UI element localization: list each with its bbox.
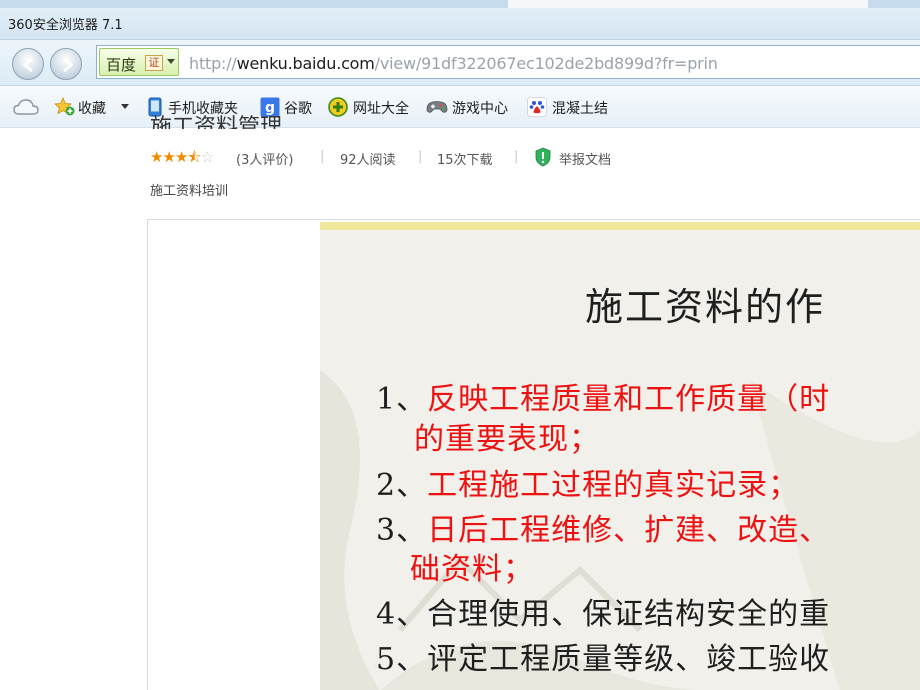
- slide-page: 施工资料的作 1、反映工程质量和工作质量（时 的重要表现； 2、工程施工过程的真…: [320, 222, 920, 690]
- site-identity-badge[interactable]: 百度 证: [99, 48, 179, 76]
- document-viewer[interactable]: 施工资料的作 1、反映工程质量和工作质量（时 的重要表现； 2、工程施工过程的真…: [147, 219, 920, 690]
- slide-item-1-continued: 的重要表现；: [414, 422, 600, 457]
- slide-item-3-continued: 础资料；: [410, 552, 534, 587]
- meta-divider: |: [320, 149, 325, 164]
- item-number: 2、: [376, 468, 428, 503]
- bookmark-concrete-structure[interactable]: 混凝土结: [527, 97, 619, 117]
- slide-top-stripe: [320, 222, 920, 230]
- bookmark-google[interactable]: g 谷歌: [260, 97, 320, 117]
- chevron-down-icon: [167, 59, 175, 64]
- forward-button[interactable]: [50, 48, 82, 80]
- favorites-label: 收藏: [78, 101, 106, 117]
- rating-stars: ★★★⯪☆: [150, 148, 214, 166]
- item-text: 反映工程质量和工作质量（时: [427, 382, 831, 417]
- forward-arrow-icon: [63, 57, 74, 73]
- read-count: 92人阅读: [340, 153, 396, 168]
- title-top-band: [0, 0, 920, 8]
- star-add-icon: [54, 97, 75, 116]
- google-icon: g: [260, 97, 280, 117]
- item-text: 评定工程质量等级、竣工验收: [427, 642, 831, 677]
- bookmark-label: 混凝土结: [552, 101, 608, 117]
- back-arrow-icon: [22, 57, 33, 73]
- bookmark-label: 谷歌: [284, 101, 312, 117]
- bookmark-bar: 收藏 手机收藏夹 g 谷歌 网址大全 游戏中心 混凝土结: [0, 86, 920, 128]
- item-number: 3、: [376, 513, 428, 548]
- slide-item-4: 4、合理使用、保证结构安全的重: [376, 589, 830, 633]
- slide-title: 施工资料的作: [585, 285, 826, 329]
- meta-divider: |: [514, 149, 519, 164]
- document-title: 施工资料管理: [150, 115, 283, 129]
- cloud-icon: [13, 99, 39, 115]
- title-bar: 360安全浏览器 7.1: [0, 0, 920, 40]
- item-number: 5、: [376, 642, 428, 677]
- window-title: 360安全浏览器 7.1: [8, 18, 123, 33]
- slide-item-2: 2、工程施工过程的真实记录；: [376, 460, 799, 504]
- gamepad-icon: [426, 101, 448, 113]
- document-category-link[interactable]: 施工资料培训: [150, 180, 228, 199]
- favorites-menu[interactable]: 收藏: [54, 97, 134, 117]
- item-text: 工程施工过程的真实记录；: [427, 468, 800, 503]
- url-domain: wenku.baidu.com: [236, 54, 375, 73]
- certificate-icon: 证: [145, 55, 163, 71]
- shield-icon: [535, 147, 551, 167]
- item-text: 合理使用、保证结构安全的重: [427, 597, 831, 632]
- slide-item-5: 5、评定工程质量等级、竣工验收: [376, 634, 830, 678]
- bookmark-label: 网址大全: [353, 101, 409, 117]
- item-number: 4、: [376, 597, 428, 632]
- report-document-link[interactable]: 举报文档: [533, 147, 633, 168]
- download-count: 15次下载: [437, 153, 493, 168]
- site-name: 百度: [106, 56, 137, 74]
- report-label: 举报文档: [559, 153, 612, 168]
- half-star-icon: ⯪: [187, 148, 201, 166]
- item-number: 1、: [376, 382, 428, 417]
- bookmark-url-directory[interactable]: 网址大全: [328, 97, 418, 117]
- title-tab-strip: [508, 0, 868, 8]
- cloud-sync-button[interactable]: [12, 97, 42, 117]
- baidu-paw-icon: [527, 97, 547, 117]
- plus-circle-icon: [328, 97, 348, 117]
- phone-icon: [148, 97, 162, 117]
- bookmark-mobile-favorites[interactable]: 手机收藏夹: [148, 97, 252, 117]
- url-input[interactable]: http://wenku.baidu.com/view/91df322067ec…: [189, 54, 718, 73]
- chevron-down-icon: [121, 104, 129, 109]
- bookmark-game-center[interactable]: 游戏中心: [426, 97, 518, 117]
- bookmark-label: 游戏中心: [452, 101, 508, 117]
- address-bar[interactable]: 百度 证 http://wenku.baidu.com/view/91df322…: [96, 45, 920, 79]
- rating-count: (3人评价): [236, 153, 294, 168]
- meta-divider: |: [418, 149, 423, 164]
- page-content: 施工资料管理 ★★★⯪☆ (3人评价) | 92人阅读 | 15次下载 | 举报…: [0, 115, 920, 690]
- url-prefix: http://: [189, 54, 237, 73]
- url-path: /view/91df322067ec102de2bd899d?fr=prin: [374, 54, 718, 73]
- svg-text:g: g: [265, 100, 275, 116]
- item-text: 日后工程维修、扩建、改造、: [427, 513, 831, 548]
- slide-item-1: 1、反映工程质量和工作质量（时: [376, 374, 830, 418]
- slide-item-3: 3、日后工程维修、扩建、改造、: [376, 505, 830, 549]
- back-button[interactable]: [12, 48, 44, 80]
- empty-star-icon: ☆: [200, 148, 214, 166]
